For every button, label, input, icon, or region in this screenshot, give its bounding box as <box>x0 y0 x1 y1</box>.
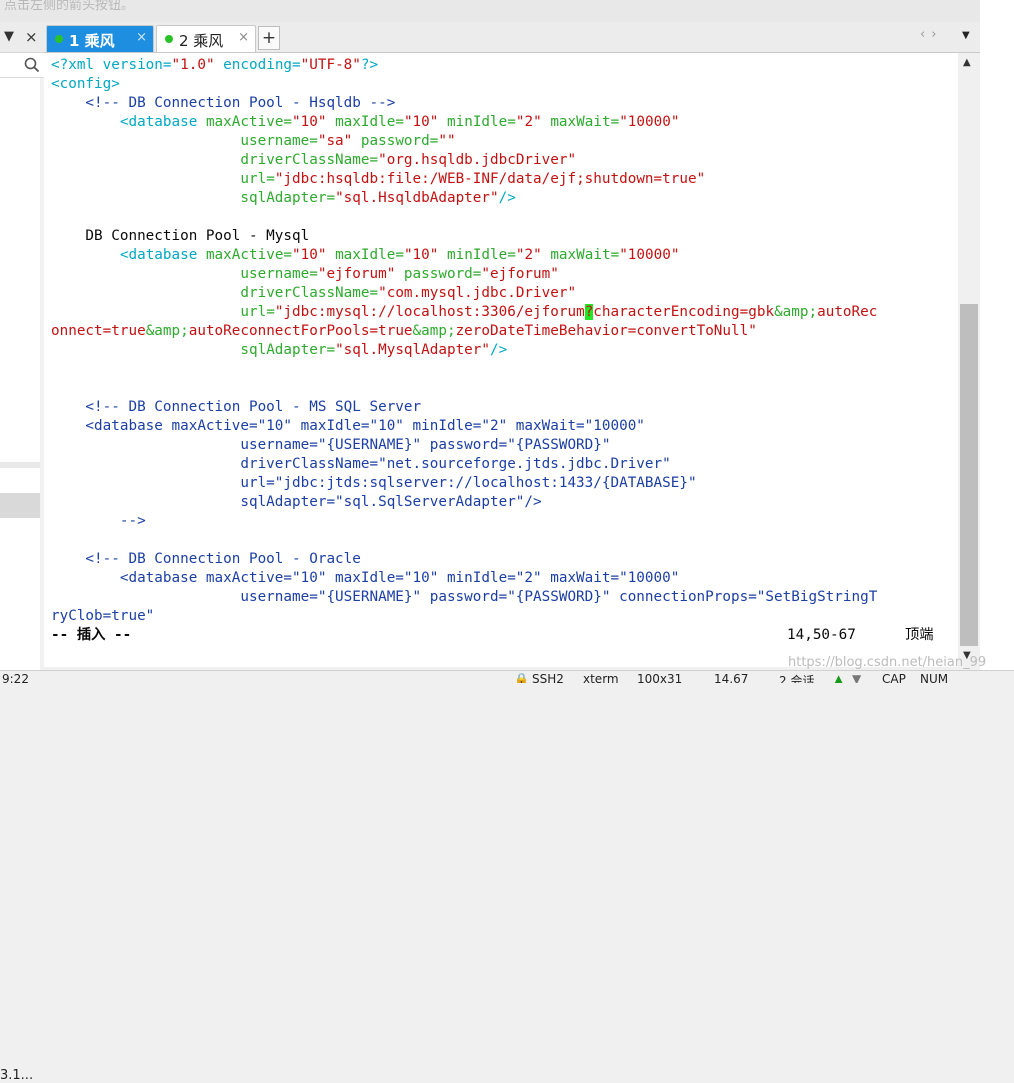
tab-scroll-arrows-icon[interactable]: ‹› <box>920 27 942 42</box>
code-line: sqlAdapter="sql.SqlServerAdapter"/> <box>51 494 542 510</box>
cursor-position: 14,50-67 <box>787 627 856 643</box>
code-line: <database maxActive="10" maxIdle="10" mi… <box>51 570 680 586</box>
session-item[interactable]: 3.1... <box>0 1068 33 1083</box>
status-time: 9:22 <box>2 672 29 683</box>
session-list-header[interactable] <box>0 493 40 518</box>
session-list-bottom[interactable]: 3.1... <box>0 518 40 1083</box>
code-line: <!-- DB Connection Pool - MS SQL Server <box>51 399 422 415</box>
tab-label: 2 乘风 <box>179 32 224 50</box>
scroll-up-icon[interactable]: ▲ <box>963 57 971 68</box>
hint-strip: 点击左侧的箭头按钮。 <box>0 0 980 22</box>
connected-status-icon <box>55 35 63 43</box>
insert-mode-indicator: -- 插入 -- <box>51 627 132 643</box>
status-numlock: NUM <box>920 672 949 683</box>
code-line: <database maxActive="10" maxIdle="10" mi… <box>51 418 645 434</box>
code-line: sqlAdapter="sql.MysqlAdapter"/> <box>240 342 508 358</box>
session-list[interactable] <box>0 78 40 462</box>
code-line: sqlAdapter="sql.HsqldbAdapter"/> <box>240 190 516 206</box>
status-terminal: xterm <box>583 672 619 683</box>
code-line: <database maxActive="10" maxIdle="10" mi… <box>119 247 680 263</box>
upload-arrow-icon: ▲ <box>834 672 844 683</box>
code-line: DB Connection Pool - Mysql <box>51 228 310 244</box>
watermark: https://blog.csdn.net/heian_99 <box>788 655 987 670</box>
status-caps: CAP <box>882 672 906 683</box>
lock-icon: 🔒 <box>514 672 529 683</box>
code-line: username="{USERNAME}" password="{PASSWOR… <box>51 589 878 605</box>
status-bar: 9:22 🔒 SSH2 xterm 100x31 14,67 2 会话 ▲ ▼ … <box>0 670 1014 683</box>
vim-status-line: -- 插入 -- <box>51 626 131 645</box>
code-line: ryClob=true" <box>51 608 155 624</box>
tab-label: 1 乘风 <box>69 32 115 50</box>
tab-bar: 1 乘风 × 2 乘风 × + ‹› ▼ <box>44 22 980 53</box>
left-pane-search[interactable] <box>0 53 44 78</box>
scrollbar-thumb[interactable] <box>960 304 978 646</box>
code-line: username="sa" password="" <box>240 133 456 149</box>
code-line: username="{USERNAME}" password="{PASSWOR… <box>51 437 611 453</box>
code-line: <!-- DB Connection Pool - Oracle <box>51 551 361 567</box>
status-position: 14,67 <box>714 672 749 683</box>
tab-list-menu-icon[interactable]: ▼ <box>962 30 970 41</box>
hint-text: 点击左侧的箭头按钮。 <box>4 0 135 13</box>
close-tab-icon[interactable]: × <box>136 30 147 45</box>
code-line: <config> <box>51 76 120 92</box>
code-line: driverClassName="com.mysql.jdbc.Driver" <box>240 285 577 301</box>
search-icon[interactable] <box>24 57 40 73</box>
add-tab-button[interactable]: + <box>258 26 280 50</box>
scroll-position: 顶端 <box>905 627 934 643</box>
vertical-scrollbar[interactable]: ▲ ▼ <box>958 53 980 667</box>
code-line: <!-- DB Connection Pool - Hsqldb --> <box>51 95 396 111</box>
code-line: <database maxActive="10" maxIdle="10" mi… <box>119 114 680 130</box>
code-line: driverClassName="net.sourceforge.jtds.jd… <box>51 456 671 472</box>
code-line: username="ejforum" password="ejforum" <box>240 266 559 282</box>
right-margin <box>980 22 1014 682</box>
code-line: url="jdbc:mysql://localhost:3306/ejforum… <box>240 304 878 320</box>
code-line: --> <box>51 513 146 529</box>
text-cursor: ? <box>584 304 594 320</box>
code-line: <?xml version="1.0" encoding="UTF-8"?> <box>51 57 379 73</box>
code-line: driverClassName="org.hsqldb.jdbcDriver" <box>240 152 577 168</box>
top-right-area <box>980 0 1014 22</box>
terminal-editor[interactable]: <?xml version="1.0" encoding="UTF-8"?> <… <box>44 53 958 667</box>
close-tab-icon[interactable]: × <box>238 30 249 45</box>
close-pane-icon[interactable]: × <box>25 28 38 46</box>
download-arrow-icon: ▼ <box>852 672 862 683</box>
code-line: url="jdbc:hsqldb:file:/WEB-INF/data/ejf;… <box>240 171 706 187</box>
left-pane-header: ▼ × <box>0 22 44 53</box>
status-size: 100x31 <box>637 672 683 683</box>
status-sessions: 2 会话 <box>779 674 815 683</box>
connected-status-icon <box>165 35 173 43</box>
session-list-lower[interactable] <box>0 468 40 493</box>
tab-session-2[interactable]: 2 乘风 × <box>156 25 256 52</box>
pin-icon[interactable]: ▼ <box>4 29 14 44</box>
code-line: url="jdbc:jtds:sqlserver://localhost:143… <box>51 475 697 491</box>
tab-session-1[interactable]: 1 乘风 × <box>46 25 154 52</box>
left-pane: ▼ × 3.1... <box>0 22 44 1083</box>
code-line: onnect=true&amp;autoReconnectForPools=tr… <box>51 323 757 339</box>
status-protocol: SSH2 <box>532 672 564 683</box>
